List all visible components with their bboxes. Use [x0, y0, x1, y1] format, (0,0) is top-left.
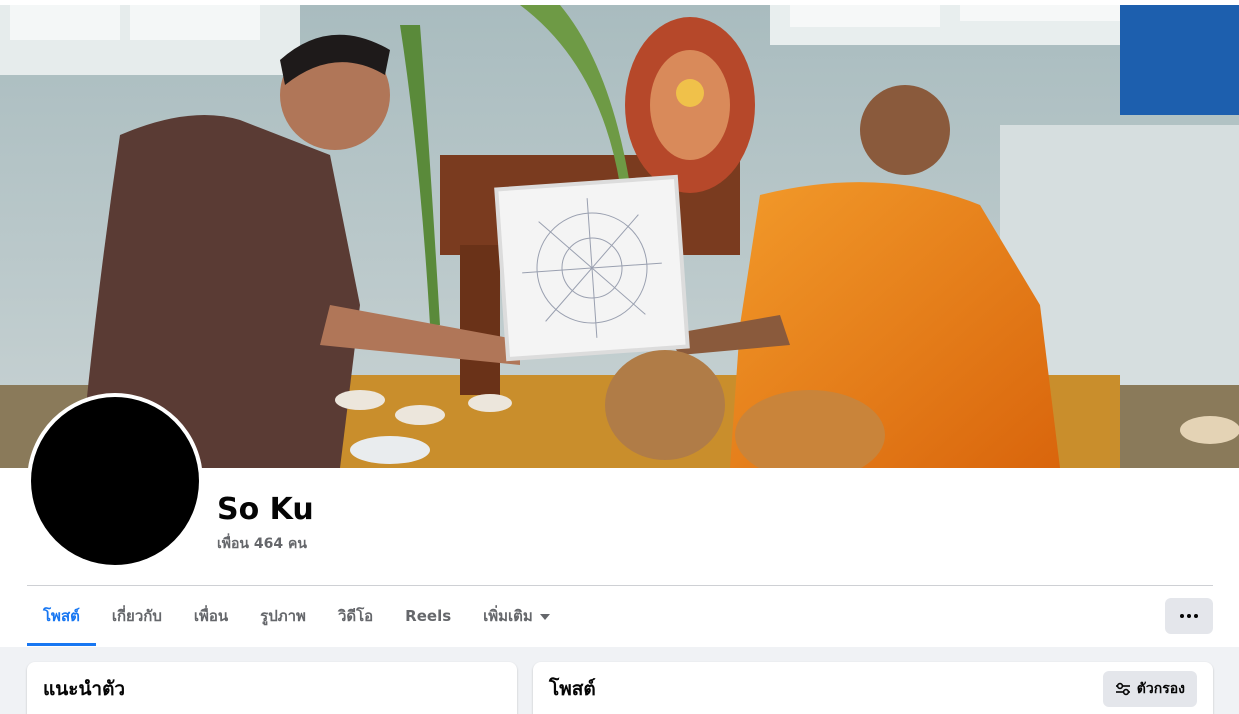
tab-photos[interactable]: รูปภาพ: [244, 586, 322, 646]
profile-name: So Ku: [217, 492, 314, 527]
tab-label: เพิ่มเติม: [483, 607, 533, 625]
friends-count-link[interactable]: เพื่อน 464 คน: [217, 534, 307, 554]
cover-photo-image: [0, 5, 1239, 468]
tab-friends[interactable]: เพื่อน: [178, 586, 244, 646]
filter-button[interactable]: ตัวกรอง: [1102, 671, 1197, 707]
tab-label: Reels: [405, 607, 452, 625]
posts-card-title: โพสต์: [549, 678, 596, 700]
posts-card: โพสต์ ตัวกรอง: [533, 662, 1213, 714]
ellipsis-icon: [1194, 614, 1198, 618]
avatar-ring: [27, 393, 203, 569]
tab-about[interactable]: เกี่ยวกับ: [96, 586, 178, 646]
tab-label: โพสต์: [43, 607, 80, 625]
ellipsis-icon: [1180, 614, 1184, 618]
more-options-button[interactable]: [1165, 598, 1213, 634]
tab-label: เกี่ยวกับ: [111, 607, 162, 625]
intro-card-title: แนะนำตัว: [43, 678, 126, 700]
tab-label: รูปภาพ: [260, 607, 306, 625]
avatar[interactable]: [31, 397, 199, 565]
tab-more[interactable]: เพิ่มเติม: [467, 586, 566, 646]
profile-header: So Ku เพื่อน 464 คน โพสต์ เกี่ยวกับ เพื่…: [0, 0, 1239, 647]
tab-label: เพื่อน: [193, 607, 229, 625]
tab-reels[interactable]: Reels: [389, 586, 467, 646]
tab-label: วิดีโอ: [337, 607, 374, 625]
intro-card: แนะนำตัว: [27, 662, 517, 714]
tab-posts[interactable]: โพสต์: [27, 586, 96, 646]
caret-down-icon: [539, 614, 550, 620]
profile-tabs: โพสต์ เกี่ยวกับ เพื่อน รูปภาพ วิดีโอ Ree…: [27, 586, 566, 646]
filter-button-label: ตัวกรอง: [1136, 681, 1185, 697]
ellipsis-icon: [1187, 614, 1191, 618]
cover-photo[interactable]: [0, 5, 1239, 468]
tab-videos[interactable]: วิดีโอ: [322, 586, 389, 646]
sliders-icon: [1115, 682, 1131, 696]
